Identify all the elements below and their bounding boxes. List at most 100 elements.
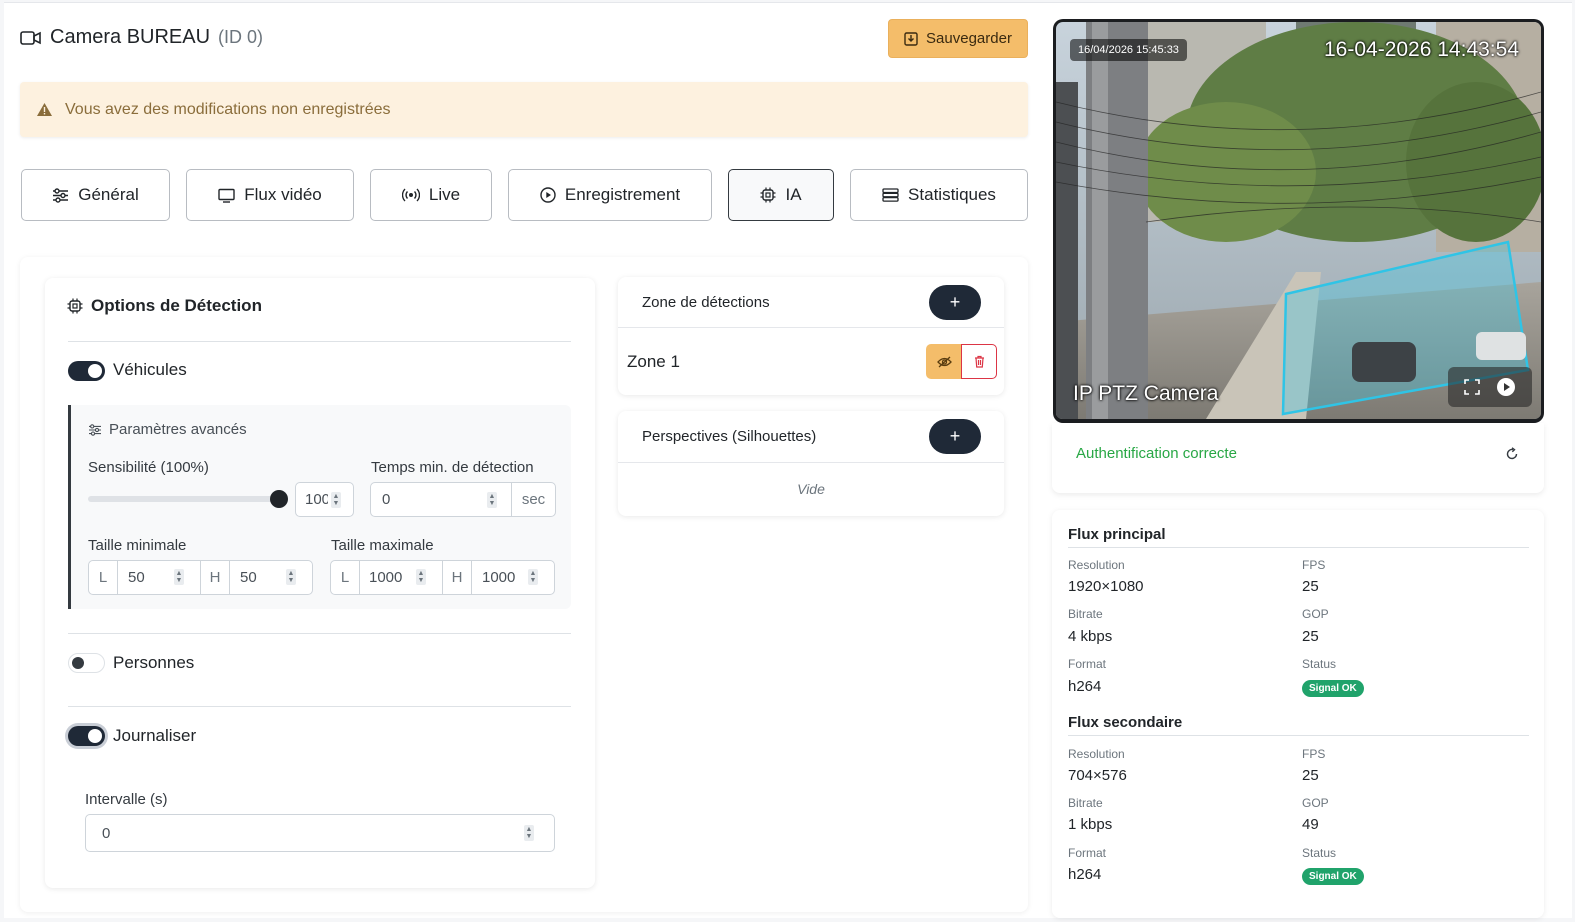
sensitivity-value: 100 <box>305 491 328 508</box>
divider <box>1068 547 1529 548</box>
eye-off-icon <box>936 356 952 367</box>
camera-id: (ID 0) <box>218 27 264 47</box>
min-detection-time-value: 0 <box>382 491 391 508</box>
tab-live[interactable]: Live <box>370 169 492 221</box>
secondary-fps-value: 25 <box>1302 767 1319 784</box>
max-width-input[interactable]: 1000 ▲ ▼ <box>360 561 443 594</box>
sensitivity-slider-handle[interactable] <box>270 490 288 508</box>
max-size-group: L 1000 ▲ ▼ H 1000 ▲ ▼ <box>330 560 555 595</box>
vehicles-toggle[interactable] <box>68 361 105 381</box>
sensitivity-input[interactable]: 100 ▲ ▼ <box>295 482 354 517</box>
auth-status-text: Authentification correcte <box>1076 445 1237 462</box>
main-format-label: Format <box>1068 657 1107 671</box>
tab-statistics[interactable]: Statistiques <box>850 169 1028 221</box>
warning-icon <box>37 103 52 116</box>
interval-value: 0 <box>102 824 111 842</box>
min-width-value: 50 <box>128 569 145 586</box>
broadcast-icon <box>401 188 420 202</box>
min-detection-time-stepper[interactable]: ▲ ▼ <box>487 492 497 508</box>
main-gop-label: GOP <box>1302 607 1329 621</box>
perspectives-empty-label: Vide <box>797 481 825 497</box>
sensitivity-label: Sensibilité (100%) <box>88 459 209 476</box>
tab-label: Flux vidéo <box>244 185 322 204</box>
max-height-value: 1000 <box>482 569 516 586</box>
save-icon <box>904 31 918 46</box>
add-perspective-button[interactable]: + <box>929 419 981 454</box>
secondary-resolution-value: 704×576 <box>1068 767 1127 784</box>
save-button-label: Sauvegarder <box>926 30 1012 47</box>
vehicles-label: Véhicules <box>113 360 187 379</box>
unsaved-alert: Vous avez des modifications non enregist… <box>20 82 1028 137</box>
tab-recording[interactable]: Enregistrement <box>508 169 712 221</box>
max-width-value: 1000 <box>369 569 403 586</box>
log-label: Journaliser <box>113 726 197 745</box>
tab-video-stream[interactable]: Flux vidéo <box>186 169 354 221</box>
interval-stepper[interactable]: ▲ ▼ <box>524 825 534 841</box>
min-detection-time-label: Temps min. de détection <box>371 459 534 476</box>
secondary-fps-label: FPS <box>1302 747 1326 761</box>
play-circle-icon <box>540 187 556 203</box>
main-gop-value: 25 <box>1302 628 1319 645</box>
max-height-prefix: H <box>443 561 472 594</box>
secondary-status-label: Status <box>1302 846 1337 860</box>
camera-overlay-timestamp: 16-04-2026 14:43:54 <box>1324 38 1519 61</box>
secondary-status-badge: Signal OK <box>1302 868 1364 885</box>
min-width-input[interactable]: 50 ▲ ▼ <box>118 561 201 594</box>
tab-label: Général <box>78 185 139 204</box>
max-height-input[interactable]: 1000 ▲ ▼ <box>472 561 554 594</box>
tab-label: Statistiques <box>908 185 996 204</box>
sliders-icon <box>53 187 69 203</box>
main-resolution-label: Resolution <box>1068 558 1125 572</box>
fullscreen-icon[interactable] <box>1464 379 1480 395</box>
max-height-stepper[interactable]: ▲ ▼ <box>528 569 538 585</box>
camera-controls <box>1448 367 1532 407</box>
perspectives-title: Perspectives (Silhouettes) <box>642 428 817 445</box>
detection-options-label: Options de Détection <box>91 296 262 315</box>
min-height-value: 50 <box>240 569 257 586</box>
secondary-gop-value: 49 <box>1302 816 1319 833</box>
divider <box>68 341 571 342</box>
secondary-format-label: Format <box>1068 846 1107 860</box>
persons-toggle[interactable] <box>68 653 105 673</box>
min-width-stepper[interactable]: ▲ ▼ <box>174 569 184 585</box>
min-height-stepper[interactable]: ▲ ▼ <box>286 569 296 585</box>
min-size-label: Taille minimale <box>88 537 187 554</box>
max-width-stepper[interactable]: ▲ ▼ <box>416 569 426 585</box>
persons-label: Personnes <box>113 653 195 672</box>
secondary-resolution-label: Resolution <box>1068 747 1125 761</box>
interval-input[interactable]: 0 ▲ ▼ <box>85 814 555 852</box>
camera-overlay-name: IP PTZ Camera <box>1073 382 1219 405</box>
log-toggle[interactable] <box>68 726 105 746</box>
play-icon[interactable] <box>1496 377 1516 397</box>
page-title: Camera BUREAU (ID 0) <box>20 26 263 49</box>
tab-ia[interactable]: IA <box>728 169 834 221</box>
camera-preview[interactable]: 16/04/2026 15:45:33 16-04-2026 14:43:54 … <box>1053 19 1544 423</box>
toggle-zone-visibility-button[interactable] <box>926 344 962 379</box>
delete-zone-button[interactable] <box>961 344 997 379</box>
save-button[interactable]: Sauvegarder <box>888 19 1028 58</box>
sensitivity-slider-track[interactable] <box>88 496 280 502</box>
cpu-icon <box>760 187 776 203</box>
add-zone-button[interactable]: + <box>929 285 981 320</box>
tab-label: Live <box>428 185 461 204</box>
divider <box>68 706 571 707</box>
min-detection-time-input[interactable]: 0 ▲ ▼ sec <box>370 482 556 517</box>
secondary-bitrate-value: 1 kbps <box>1068 816 1113 833</box>
interval-label: Intervalle (s) <box>85 791 168 808</box>
main-status-badge: Signal OK <box>1302 680 1364 697</box>
refresh-icon[interactable] <box>1505 447 1519 461</box>
tab-label: Enregistrement <box>564 185 681 204</box>
min-height-input[interactable]: 50 ▲ ▼ <box>230 561 312 594</box>
trash-icon <box>974 355 984 368</box>
zone-item-label: Zone 1 <box>627 352 680 371</box>
secondary-gop-label: GOP <box>1302 796 1329 810</box>
perspectives-card: Perspectives (Silhouettes) + Vide <box>618 411 1004 516</box>
alert-text: Vous avez des modifications non enregist… <box>65 100 391 118</box>
advanced-params-title: Paramètres avancés <box>88 421 247 438</box>
main-fps-label: FPS <box>1302 558 1326 572</box>
tab-general[interactable]: Général <box>21 169 170 221</box>
camera-timestamp-badge: 16/04/2026 15:45:33 <box>1070 39 1187 61</box>
video-camera-icon <box>20 30 41 45</box>
sensitivity-stepper[interactable]: ▲ ▼ <box>331 492 341 508</box>
secondary-bitrate-label: Bitrate <box>1068 796 1103 810</box>
